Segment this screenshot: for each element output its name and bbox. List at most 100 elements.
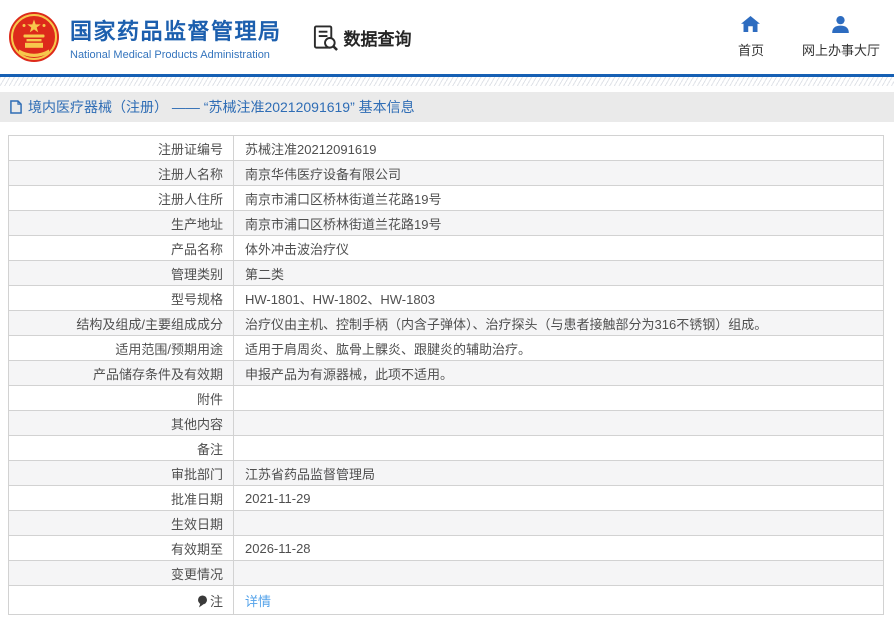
nav-service-hall[interactable]: 网上办事大厅 [801, 15, 880, 59]
row-label: 型号规格 [170, 291, 223, 307]
row-value-cell: 体外冲击波治疗仪 [233, 235, 884, 261]
row-label-cell: 生产地址 [8, 210, 234, 236]
row-value: 苏械注准20212091619 [245, 141, 377, 157]
row-label-cell: 批准日期 [8, 485, 234, 511]
row-value-cell: 详情 [233, 585, 884, 615]
table-row: 注册证编号 苏械注准20212091619 [8, 135, 884, 161]
row-label-cell: 管理类别 [8, 260, 234, 286]
row-value-cell [233, 410, 884, 436]
table-row: 附件 [8, 385, 884, 411]
row-label-cell: 注册证编号 [8, 135, 234, 161]
table-row: 备注 [8, 435, 884, 461]
table-row: 生效日期 [8, 510, 884, 536]
nav-home-label: 首页 [737, 42, 764, 58]
national-emblem-icon [9, 12, 59, 62]
row-label: 注册人名称 [157, 166, 223, 182]
row-value-cell: HW-1801、HW-1802、HW-1803 [233, 285, 884, 311]
row-value: 南京华伟医疗设备有限公司 [245, 166, 402, 182]
row-label: 注册人住所 [157, 191, 223, 207]
row-label: 产品储存条件及有效期 [92, 366, 223, 382]
org-title-en: National Medical Products Administration [70, 48, 270, 61]
row-label: 适用范围/预期用途 [115, 341, 223, 357]
row-label: 生效日期 [170, 516, 223, 532]
table-row: 批准日期 2021-11-29 [8, 485, 884, 511]
row-label-cell: 产品名称 [8, 235, 234, 261]
header-hatch-stripe [0, 77, 894, 86]
table-row: 注 详情 [8, 585, 884, 615]
table-row: 注册人名称 南京华伟医疗设备有限公司 [8, 160, 884, 186]
row-label: 审批部门 [170, 466, 223, 482]
table-row: 生产地址 南京市浦口区桥林街道兰花路19号 [8, 210, 884, 236]
row-label-cell: 注册人名称 [8, 160, 234, 186]
row-value: 南京市浦口区桥林街道兰花路19号 [245, 216, 442, 232]
row-value-cell: 南京市浦口区桥林街道兰花路19号 [233, 185, 884, 211]
row-value: 治疗仪由主机、控制手柄（内含子弹体）、治疗探头（与患者接触部分为316不锈钢）组… [245, 316, 768, 332]
row-label: 附件 [196, 391, 223, 407]
data-query-section[interactable]: 数据查询 [312, 24, 412, 51]
row-value-cell: 江苏省药品监督管理局 [233, 460, 884, 486]
row-value-cell: 南京市浦口区桥林街道兰花路19号 [233, 210, 884, 236]
row-value: 江苏省药品监督管理局 [245, 466, 376, 482]
table-row: 其他内容 [8, 410, 884, 436]
row-value-cell [233, 510, 884, 536]
row-label-cell: 审批部门 [8, 460, 234, 486]
row-label: 产品名称 [170, 241, 223, 257]
document-icon [10, 100, 22, 114]
row-value: 2021-11-29 [245, 490, 311, 506]
row-label: 批准日期 [170, 491, 223, 507]
detail-link[interactable]: 详情 [245, 594, 271, 609]
row-label-cell: 有效期至 [8, 535, 234, 561]
row-value-cell [233, 435, 884, 461]
row-label-cell: 其他内容 [8, 410, 234, 436]
nav-service-hall-label: 网上办事大厅 [801, 42, 880, 58]
row-value: 第二类 [245, 266, 285, 282]
row-label-cell: 结构及组成/主要组成成分 [8, 310, 234, 336]
row-label: 备注 [196, 441, 223, 457]
row-value: 适用于肩周炎、肱骨上髁炎、跟腱炎的辅助治疗。 [245, 341, 532, 357]
row-label: 有效期至 [170, 541, 223, 557]
data-query-label: 数据查询 [343, 29, 412, 49]
row-value-cell [233, 385, 884, 411]
row-value-cell: 第二类 [233, 260, 884, 286]
site-logo[interactable]: 国家药品监督管理局 National Medical Products Admi… [8, 11, 282, 63]
row-label-cell: 适用范围/预期用途 [8, 335, 234, 361]
row-label: 生产地址 [170, 216, 223, 232]
document-search-icon [313, 24, 338, 51]
row-label-cell: 备注 [8, 435, 234, 461]
row-label: 其他内容 [170, 416, 223, 432]
table-row: 型号规格 HW-1801、HW-1802、HW-1803 [8, 285, 884, 311]
table-row: 注册人住所 南京市浦口区桥林街道兰花路19号 [8, 185, 884, 211]
row-label-cell: 附件 [8, 385, 234, 411]
table-row: 审批部门 江苏省药品监督管理局 [8, 460, 884, 486]
note-pin-icon [197, 594, 207, 607]
row-value-cell: 2026-11-28 [233, 535, 884, 561]
table-row: 产品储存条件及有效期 申报产品为有源器械，此项不适用。 [8, 360, 884, 386]
row-value: 申报产品为有源器械，此项不适用。 [245, 366, 454, 382]
user-icon [832, 15, 850, 33]
row-label: 结构及组成/主要组成成分 [76, 316, 223, 332]
table-row: 适用范围/预期用途 适用于肩周炎、肱骨上髁炎、跟腱炎的辅助治疗。 [8, 335, 884, 361]
table-row: 产品名称 体外冲击波治疗仪 [8, 235, 884, 261]
page: 国家药品监督管理局 National Medical Products Admi… [0, 0, 894, 633]
row-label-cell: 产品储存条件及有效期 [8, 360, 234, 386]
org-title-cn: 国家药品监督管理局 [70, 18, 282, 44]
row-label: 管理类别 [170, 266, 223, 282]
row-value-cell: 苏械注准20212091619 [233, 135, 884, 161]
row-value: 2026-11-28 [245, 540, 311, 556]
row-value-cell: 治疗仪由主机、控制手柄（内含子弹体）、治疗探头（与患者接触部分为316不锈钢）组… [233, 310, 884, 336]
row-label-cell: 变更情况 [8, 560, 234, 586]
row-label: 注册证编号 [157, 141, 223, 157]
row-value: HW-1801、HW-1802、HW-1803 [245, 291, 436, 307]
row-value-cell [233, 560, 884, 586]
row-value: 体外冲击波治疗仪 [245, 241, 350, 257]
row-label-cell: 注 [8, 585, 234, 615]
table-row: 有效期至 2026-11-28 [8, 535, 884, 561]
row-label-cell: 生效日期 [8, 510, 234, 536]
registration-detail-table: 注册证编号 苏械注准20212091619 注册人名称 南京华伟医疗设备有限公司 注册人… [8, 135, 884, 615]
row-value: 南京市浦口区桥林街道兰花路19号 [245, 191, 442, 207]
row-value-cell: 适用于肩周炎、肱骨上髁炎、跟腱炎的辅助治疗。 [233, 335, 884, 361]
row-label-cell: 型号规格 [8, 285, 234, 311]
nav-home[interactable]: 首页 [737, 15, 764, 59]
site-header: 国家药品监督管理局 National Medical Products Admi… [0, 0, 894, 74]
row-value-cell: 南京华伟医疗设备有限公司 [233, 160, 884, 186]
